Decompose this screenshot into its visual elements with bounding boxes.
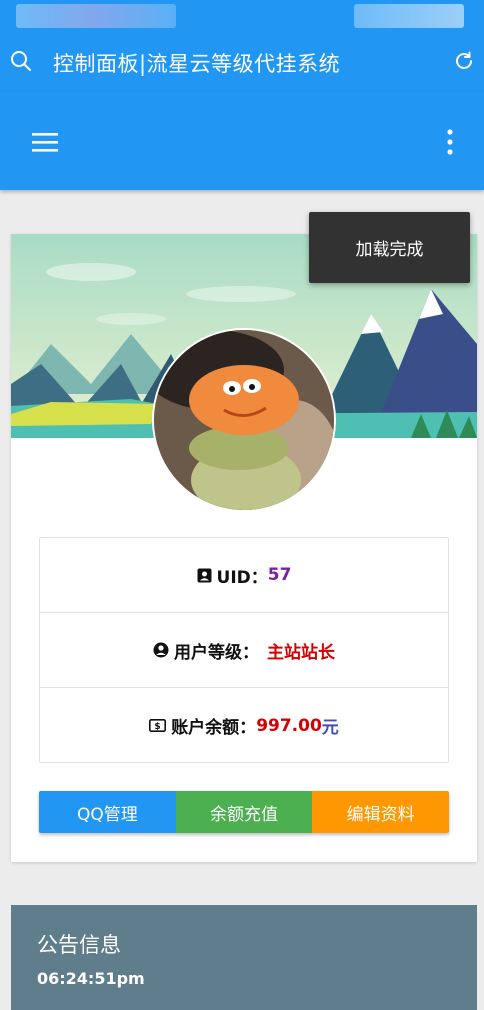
uid-row: UID： 57: [40, 538, 448, 613]
refresh-icon[interactable]: [452, 49, 476, 73]
level-label: 用户等级：: [174, 642, 259, 663]
notice-title: 公告信息: [37, 933, 121, 957]
recharge-button[interactable]: 余额充值: [175, 791, 313, 833]
page-title[interactable]: 控制面板|流星云等级代挂系统: [53, 48, 340, 78]
edit-profile-button[interactable]: 编辑资料: [312, 791, 449, 833]
money-bill-icon: $: [149, 719, 167, 732]
uid-label: UID：: [216, 567, 268, 588]
profile-card: UID： 57 用户等级： 主站站长 $ 账户余额： 997.00 元 QQ管理 …: [11, 234, 477, 862]
status-bar-blurred-left: [16, 4, 176, 28]
balance-amount: 997.00: [256, 715, 322, 736]
status-bar: [0, 0, 484, 30]
user-info-table: UID： 57 用户等级： 主站站长 $ 账户余额： 997.00 元: [39, 537, 449, 763]
balance-label: 账户余额：: [171, 718, 257, 738]
more-vert-icon[interactable]: [446, 129, 454, 155]
balance-unit: 元: [321, 718, 339, 738]
svg-text:$: $: [155, 722, 161, 732]
uid-value: 57: [267, 565, 292, 585]
avatar-photo: [154, 330, 334, 510]
id-card-icon: [197, 568, 212, 582]
browser-toolbar: 控制面板|流星云等级代挂系统: [0, 30, 484, 92]
qq-manage-button[interactable]: QQ管理: [39, 791, 176, 833]
app-bar: [0, 92, 484, 190]
balance-row: $ 账户余额： 997.00 元: [40, 688, 448, 763]
level-value: 主站站长: [267, 642, 335, 663]
menu-icon[interactable]: [30, 131, 60, 153]
search-icon[interactable]: [10, 50, 32, 72]
toast-loaded: 加载完成: [309, 212, 470, 283]
user-circle-icon: [153, 642, 169, 658]
level-row: 用户等级： 主站站长: [40, 613, 448, 688]
notice-card: 公告信息 06:24:51pm: [11, 905, 477, 1010]
notice-time: 06:24:51pm: [37, 969, 145, 988]
status-bar-blurred-right: [354, 4, 464, 28]
avatar[interactable]: [152, 328, 336, 512]
action-button-group: QQ管理 余额充值 编辑资料: [39, 791, 449, 833]
